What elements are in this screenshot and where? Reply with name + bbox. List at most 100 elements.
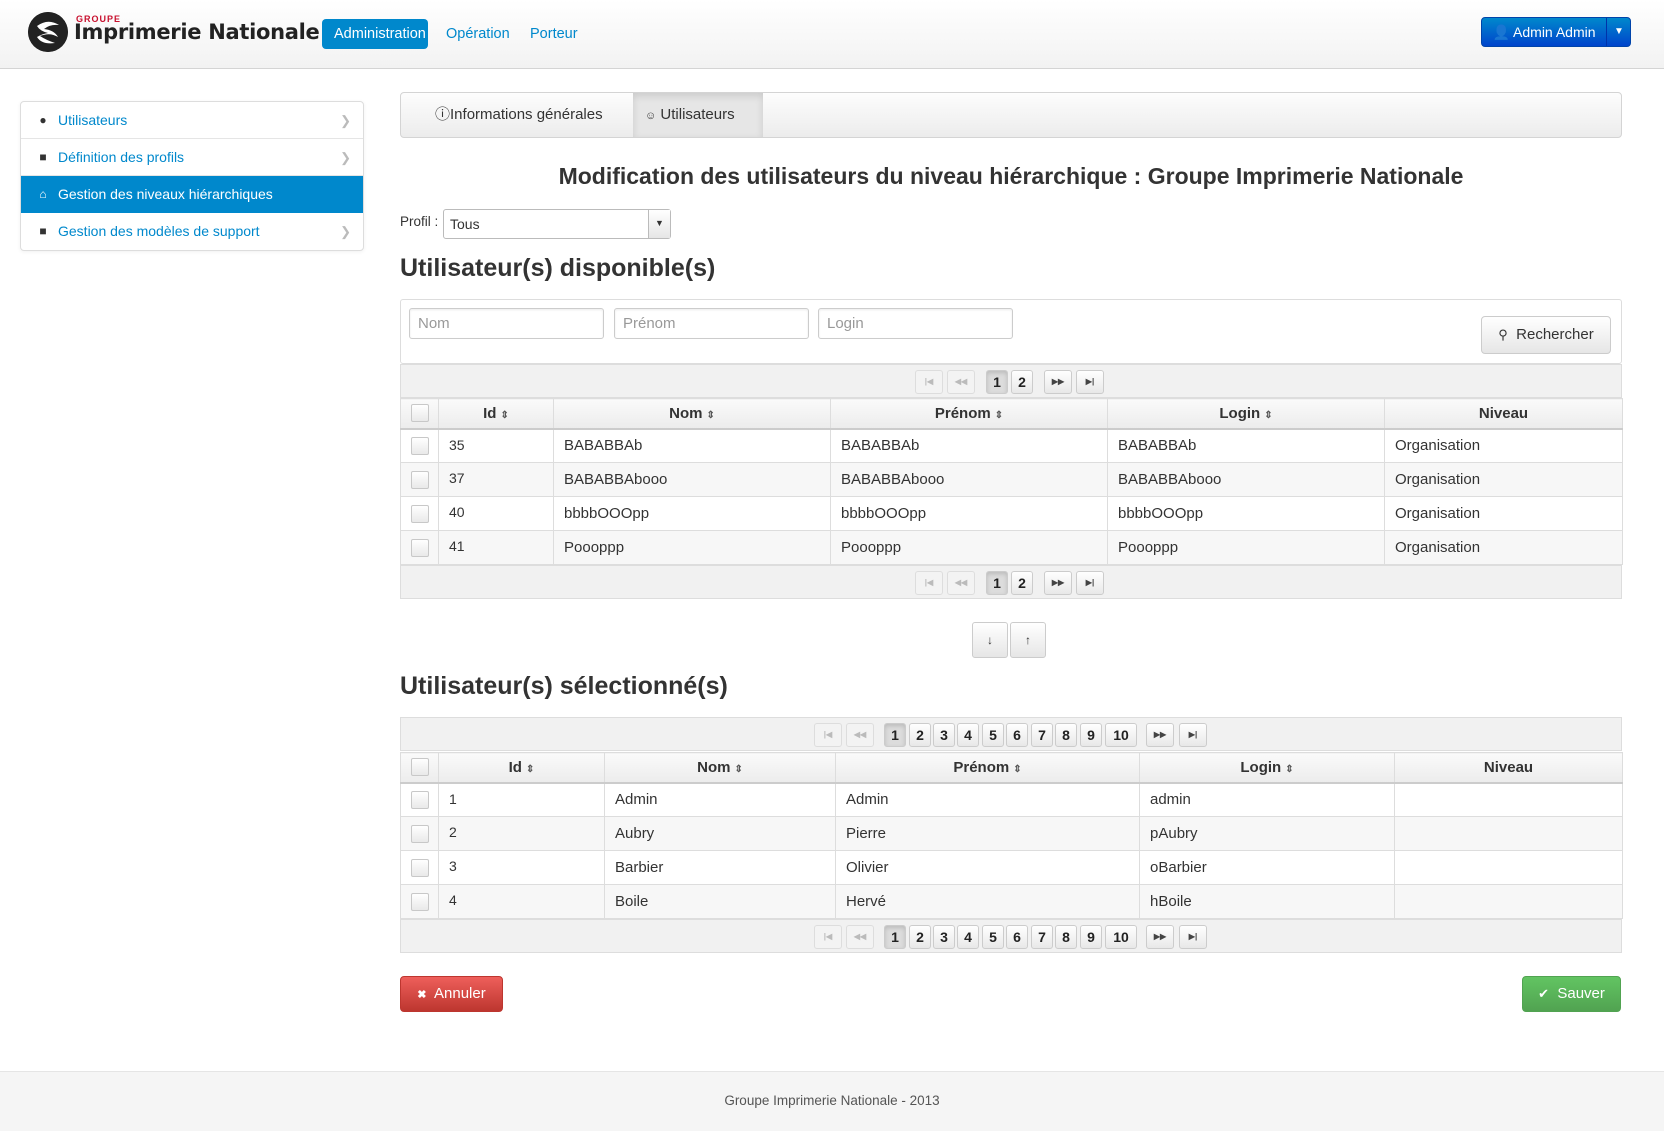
table-row[interactable]: 2 Aubry Pierre pAubry	[400, 816, 1623, 851]
nav-porteur[interactable]: Porteur	[518, 19, 590, 49]
table-row[interactable]: 4 Boile Hervé hBoile	[400, 884, 1623, 919]
sidebar-item-profils[interactable]: ■ Définition des profils ❯	[21, 139, 363, 176]
page-button[interactable]: 1	[986, 370, 1008, 394]
page-button[interactable]: 9	[1080, 723, 1102, 747]
select-all-checkbox[interactable]	[410, 404, 429, 423]
next-page-icon[interactable]: ▶▶	[1146, 925, 1174, 949]
first-page-icon[interactable]: |◀	[915, 571, 943, 595]
page-button[interactable]: 7	[1031, 723, 1053, 747]
sidebar-item-utilisateurs[interactable]: ● Utilisateurs ❯	[21, 102, 363, 139]
first-page-icon[interactable]: |◀	[814, 925, 842, 949]
move-up-button[interactable]: ↑	[1010, 622, 1046, 658]
page-button[interactable]: 3	[933, 925, 955, 949]
select-all-checkbox-cell[interactable]	[400, 398, 439, 430]
tab-utilisateurs[interactable]: ☺ Utilisateurs	[633, 93, 763, 137]
column-header-id[interactable]: Id ⇕	[438, 398, 554, 430]
page-button[interactable]: 1	[884, 925, 906, 949]
column-header-nom[interactable]: Nom ⇕	[604, 752, 836, 784]
search-login-input[interactable]	[818, 308, 1013, 339]
row-checkbox-cell[interactable]	[400, 496, 439, 531]
save-button[interactable]: ✔ Sauver	[1522, 976, 1621, 1012]
row-checkbox-cell[interactable]	[400, 816, 439, 851]
page-button[interactable]: 1	[884, 723, 906, 747]
page-button[interactable]: 4	[957, 723, 979, 747]
cancel-button[interactable]: ✖ Annuler	[400, 976, 503, 1012]
page-button[interactable]: 9	[1080, 925, 1102, 949]
row-checkbox-cell[interactable]	[400, 462, 439, 497]
prev-page-icon[interactable]: ◀◀	[846, 723, 874, 747]
last-page-icon[interactable]: ▶|	[1076, 370, 1104, 394]
page-button[interactable]: 4	[957, 925, 979, 949]
page-button[interactable]: 7	[1031, 925, 1053, 949]
last-page-icon[interactable]: ▶|	[1179, 723, 1207, 747]
page-button[interactable]: 10	[1105, 925, 1137, 949]
row-checkbox[interactable]	[410, 858, 429, 877]
column-header-login[interactable]: Login ⇕	[1139, 752, 1395, 784]
column-header-prenom[interactable]: Prénom ⇕	[830, 398, 1108, 430]
last-page-icon[interactable]: ▶|	[1076, 571, 1104, 595]
row-checkbox[interactable]	[410, 436, 429, 455]
select-all-checkbox[interactable]	[410, 758, 429, 777]
page-button[interactable]: 1	[986, 571, 1008, 595]
row-checkbox[interactable]	[410, 470, 429, 489]
prev-page-icon[interactable]: ◀◀	[947, 370, 975, 394]
nav-operation[interactable]: Opération	[434, 19, 522, 49]
table-row[interactable]: 37 BABABBAbooo BABABBAbooo BABABBAbooo O…	[400, 462, 1623, 497]
table-row[interactable]: 35 BABABBAb BABABBAb BABABBAb Organisati…	[400, 428, 1623, 463]
sidebar-item-modeles[interactable]: ■ Gestion des modèles de support ❯	[21, 213, 363, 250]
column-header-id[interactable]: Id ⇕	[438, 752, 605, 784]
user-menu-label[interactable]: 👤 Admin Admin	[1482, 18, 1606, 46]
next-page-icon[interactable]: ▶▶	[1146, 723, 1174, 747]
page-button[interactable]: 5	[982, 925, 1004, 949]
page-button[interactable]: 2	[909, 925, 931, 949]
brand-logo[interactable]: GROUPE Imprimerie Nationale	[28, 12, 320, 52]
row-checkbox[interactable]	[410, 790, 429, 809]
select-all-checkbox-cell[interactable]	[400, 752, 439, 784]
row-checkbox[interactable]	[410, 504, 429, 523]
page-button[interactable]: 6	[1006, 723, 1028, 747]
search-prenom-input[interactable]	[614, 308, 809, 339]
column-header-prenom[interactable]: Prénom ⇕	[835, 752, 1140, 784]
nav-administration[interactable]: Administration	[322, 19, 428, 49]
row-checkbox[interactable]	[410, 824, 429, 843]
column-header-nom[interactable]: Nom ⇕	[553, 398, 831, 430]
search-button[interactable]: ⚲ Rechercher	[1481, 316, 1611, 354]
page-button[interactable]: 3	[933, 723, 955, 747]
user-menu-caret-icon[interactable]: ▼	[1606, 18, 1631, 46]
chevron-down-icon[interactable]: ▼	[648, 210, 670, 238]
first-page-icon[interactable]: |◀	[915, 370, 943, 394]
row-checkbox[interactable]	[410, 892, 429, 911]
next-page-icon[interactable]: ▶▶	[1044, 370, 1072, 394]
row-checkbox-cell[interactable]	[400, 782, 439, 817]
table-row[interactable]: 41 Poooppp Poooppp Poooppp Organisation	[400, 530, 1623, 565]
page-button[interactable]: 6	[1006, 925, 1028, 949]
table-row[interactable]: 1 Admin Admin admin	[400, 782, 1623, 817]
tab-informations[interactable]: ⓘInformations générales	[423, 93, 615, 137]
row-checkbox-cell[interactable]	[400, 530, 439, 565]
row-checkbox-cell[interactable]	[400, 884, 439, 919]
prev-page-icon[interactable]: ◀◀	[947, 571, 975, 595]
profil-select[interactable]: Tous ▼	[443, 209, 671, 239]
row-checkbox-cell[interactable]	[400, 850, 439, 885]
first-page-icon[interactable]: |◀	[814, 723, 842, 747]
page-button[interactable]: 8	[1055, 925, 1077, 949]
row-checkbox[interactable]	[410, 538, 429, 557]
page-button[interactable]: 2	[1011, 370, 1033, 394]
next-page-icon[interactable]: ▶▶	[1044, 571, 1072, 595]
column-header-login[interactable]: Login ⇕	[1107, 398, 1385, 430]
page-button[interactable]: 8	[1055, 723, 1077, 747]
row-checkbox-cell[interactable]	[400, 428, 439, 463]
page-button[interactable]: 10	[1105, 723, 1137, 747]
cell-prenom: BABABBAbooo	[830, 462, 1108, 497]
move-down-button[interactable]: ↓	[972, 622, 1008, 658]
last-page-icon[interactable]: ▶|	[1179, 925, 1207, 949]
page-button[interactable]: 5	[982, 723, 1004, 747]
user-menu-button[interactable]: 👤 Admin Admin ▼	[1481, 17, 1631, 47]
page-button[interactable]: 2	[1011, 571, 1033, 595]
search-nom-input[interactable]	[409, 308, 604, 339]
prev-page-icon[interactable]: ◀◀	[846, 925, 874, 949]
table-row[interactable]: 40 bbbbOOOpp bbbbOOOpp bbbbOOOpp Organis…	[400, 496, 1623, 531]
page-button[interactable]: 2	[909, 723, 931, 747]
table-row[interactable]: 3 Barbier Olivier oBarbier	[400, 850, 1623, 885]
sidebar-item-niveaux[interactable]: ⌂ Gestion des niveaux hiérarchiques	[21, 176, 363, 213]
